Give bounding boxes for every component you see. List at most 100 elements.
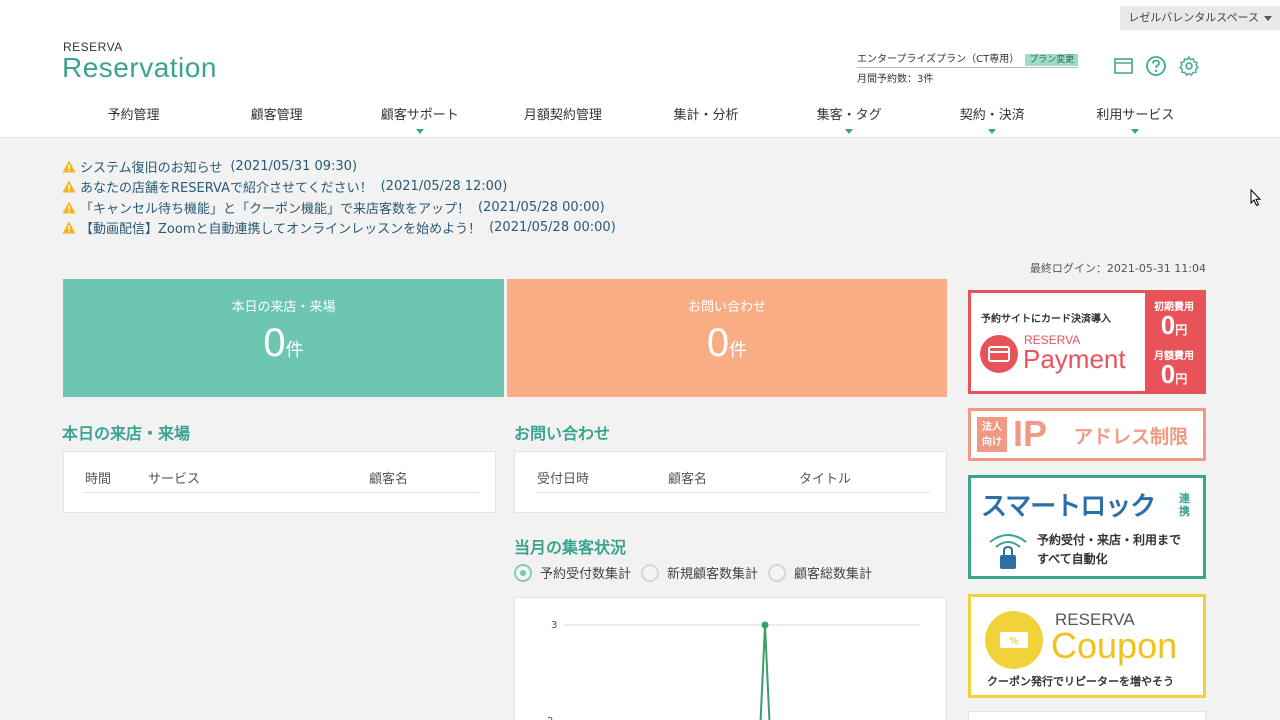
today-visits-table: 時間 サービス 顧客名 (63, 451, 496, 513)
radio-button (768, 563, 787, 582)
ip-restriction-label: アドレス制限 (1074, 426, 1189, 448)
notice-date: (2021/05/28 12:00) (380, 179, 508, 195)
notice-title: システム復旧のお知らせ (80, 160, 223, 176)
initial-fee-value: 0 (1160, 310, 1176, 340)
notice-item[interactable]: あなたの店舗をRESERVAで紹介させてください！ (2021/05/28 12:… (62, 177, 616, 198)
notice-title: 「キャンセル待ち機能」と「クーポン機能」で来店客数をアップ！ (80, 201, 471, 217)
help-icon[interactable] (1145, 55, 1167, 77)
radio-reservations-count[interactable]: 予約受付数集計 (514, 563, 631, 582)
coupon-icon: % (985, 611, 1043, 669)
stat-unit: 件 (729, 340, 748, 360)
payment-banner[interactable]: 予約サイトにカード決済導入 RESERVA Payment 初期費用 0円 月額… (968, 290, 1206, 394)
account-switch-dropdown[interactable]: レゼルバレンタルスペース (1120, 6, 1280, 30)
notice-date: (2021/05/28 00:00) (478, 199, 605, 215)
card-icon (980, 335, 1018, 373)
stat-visits-today[interactable]: 本日の来店・来場 0件 (63, 279, 504, 397)
monthly-options: 予約受付数集計 新規顧客数集計 顧客総数集計 (514, 563, 882, 582)
coupon-logo: Coupon (1051, 625, 1178, 666)
chevron-down-icon (845, 129, 854, 134)
nav-reservations[interactable]: 予約管理 (62, 100, 205, 136)
monthly-reservations: 月間予約数：3件 (857, 74, 934, 85)
nav-monthly-contracts[interactable]: 月額契約管理 (491, 100, 634, 136)
smart-lock-icon (989, 534, 1027, 569)
inquiries-table: 受付日時 顧客名 タイトル (514, 451, 947, 513)
smart-lock-desc-line1: 予約受付・来店・利用まで (1037, 533, 1182, 547)
notice-item[interactable]: 【動画配信】Zoomと自動連携してオンラインレッスンを始めよう！ (2021/05… (62, 218, 616, 239)
inquiries-title: お問い合わせ (514, 424, 611, 443)
stat-inquiries[interactable]: お問い合わせ 0件 (507, 279, 947, 397)
last-login: 最終ログイン：2021-05-31 11:04 (1029, 262, 1206, 275)
stat-label: 本日の来店・来場 (231, 300, 336, 315)
coupon-description: クーポン発行でリピーターを増やそう (987, 675, 1174, 688)
banner-partial[interactable] (968, 711, 1206, 720)
nav-label: 集客・タグ (816, 108, 882, 123)
plan-name: エンタープライズプラン（CT専用） (857, 54, 1020, 65)
column-header: 顧客名 (369, 472, 409, 487)
radio-label: 予約受付数集計 (540, 567, 632, 582)
nav-services[interactable]: 利用サービス (1064, 100, 1207, 136)
today-visits-title: 本日の来店・来場 (62, 424, 191, 443)
corporate-tag: 法人 向け (977, 417, 1007, 452)
calendar-icon[interactable] (1113, 55, 1135, 77)
radio-label: 顧客総数集計 (794, 567, 873, 582)
nav-label: 顧客サポート (380, 108, 459, 123)
smart-lock-subtitle: 連携 (1179, 492, 1190, 518)
column-header: 顧客名 (668, 472, 708, 487)
svg-text:%: % (1009, 636, 1019, 647)
warning-icon (62, 180, 76, 193)
monthly-chart: 3 2 (514, 597, 947, 720)
stat-value: 0 (706, 321, 730, 365)
plan-change-button[interactable]: プラン変更 (1025, 54, 1079, 66)
radio-button (514, 563, 532, 582)
notice-title: 【動画配信】Zoomと自動連携してオンラインレッスンを始めよう！ (80, 222, 482, 238)
radio-button (641, 563, 660, 582)
column-header: タイトル (799, 472, 852, 487)
monthly-fee-value: 0 (1160, 359, 1176, 389)
account-switch-label: レゼルバレンタルスペース (1128, 11, 1259, 24)
main-nav: 予約管理 顧客管理 顧客サポート 月額契約管理 集計・分析 集客・タグ 契約・決… (62, 100, 1207, 136)
notice-date: (2021/05/28 00:00) (489, 220, 616, 236)
nav-label: 月額契約管理 (523, 108, 602, 123)
warning-icon (62, 160, 76, 173)
corporate-tag-line1: 法人 (982, 422, 1002, 433)
divider (84, 492, 479, 493)
payment-headline: 予約サイトにカード決済導入 (981, 314, 1111, 325)
logo[interactable]: Reservation (62, 52, 217, 84)
nav-customer-support[interactable]: 顧客サポート (348, 100, 491, 136)
nav-customers[interactable]: 顧客管理 (205, 100, 348, 136)
y-tick-label: 3 (551, 620, 557, 631)
monthly-title: 当月の集客状況 (514, 538, 627, 557)
payment-logo: Payment (1023, 344, 1126, 374)
divider (535, 492, 930, 493)
chevron-down-icon (415, 129, 424, 134)
nav-label: 予約管理 (107, 108, 160, 123)
nav-analytics[interactable]: 集計・分析 (635, 100, 778, 136)
radio-total-customers[interactable]: 顧客総数集計 (768, 563, 872, 582)
notice-item[interactable]: 「キャンセル待ち機能」と「クーポン機能」で来店客数をアップ！ (2021/05/2… (62, 197, 616, 218)
nav-label: 利用サービス (1096, 108, 1175, 123)
notice-item[interactable]: システム復旧のお知らせ (2021/05/31 09:30) (62, 156, 616, 177)
stat-unit: 件 (285, 340, 304, 360)
coupon-banner[interactable]: % RESERVA Coupon クーポン発行でリピーターを増やそう (968, 594, 1206, 698)
smart-lock-banner[interactable]: スマートロック 連携 予約受付・来店・利用まで すべて自動化 (968, 475, 1206, 579)
nav-label: 契約・決済 (959, 108, 1025, 123)
stat-value: 0 (263, 321, 286, 365)
data-point[interactable] (761, 621, 769, 629)
chevron-down-icon (1131, 129, 1140, 134)
chevron-down-icon (988, 129, 997, 134)
notice-date: (2021/05/31 09:30) (230, 158, 358, 174)
nav-label: 集計・分析 (673, 108, 739, 123)
plan-info: エンタープライズプラン（CT専用） プラン変更 月間予約数：3件 (857, 50, 1079, 85)
corporate-tag-line2: 向け (982, 437, 1002, 448)
stat-label: お問い合わせ (687, 300, 766, 315)
warning-icon (62, 201, 76, 214)
line-chart: 3 2 (547, 620, 920, 720)
nav-marketing-tags[interactable]: 集客・タグ (778, 100, 921, 136)
smart-lock-title: スマートロック (981, 492, 1156, 522)
ip-restriction-banner[interactable]: 法人 向け IP アドレス制限 (968, 408, 1206, 461)
nav-contracts-payments[interactable]: 契約・決済 (921, 100, 1064, 136)
smart-lock-desc-line2: すべて自動化 (1037, 552, 1108, 566)
gear-icon[interactable] (1178, 55, 1200, 77)
radio-new-customers[interactable]: 新規顧客数集計 (641, 563, 758, 582)
column-header: サービス (148, 472, 201, 487)
